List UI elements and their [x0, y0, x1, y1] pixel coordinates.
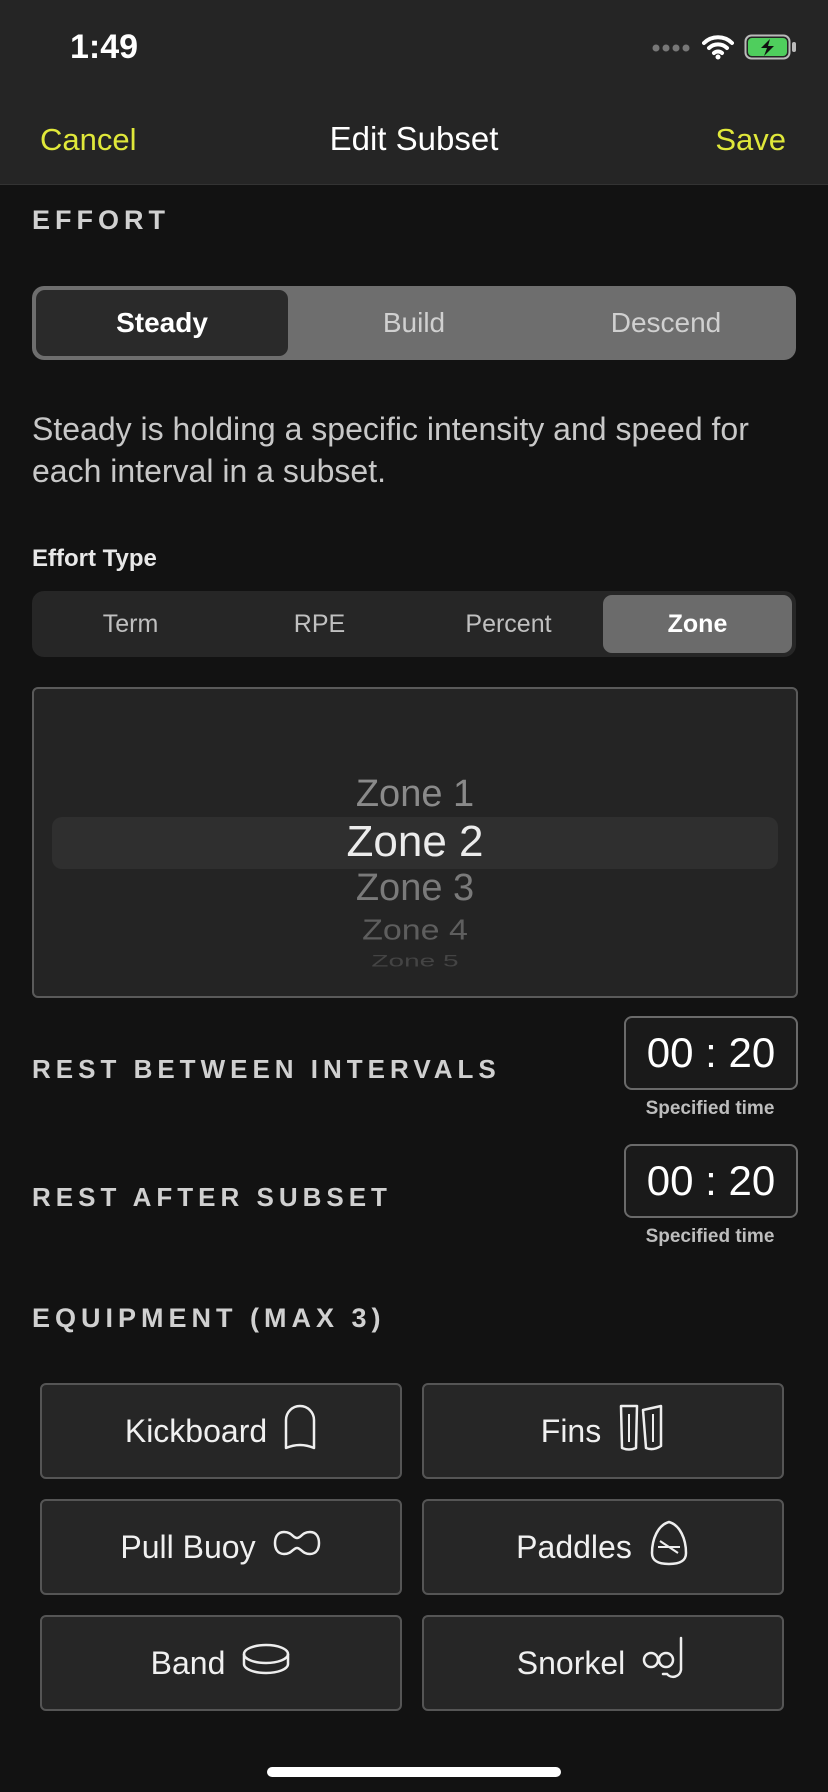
- equipment-paddles-button[interactable]: Paddles: [422, 1499, 784, 1595]
- zone-picker[interactable]: Zone 1 Zone 2 Zone 3 Zone 4 Zone 5: [32, 687, 798, 998]
- equipment-section-title: EQUIPMENT (MAX 3): [32, 1303, 386, 1333]
- equipment-label: Band: [150, 1644, 226, 1681]
- save-button[interactable]: Save: [715, 122, 786, 158]
- effort-segmented-control: Steady Build Descend: [32, 286, 796, 360]
- equipment-kickboard-button[interactable]: Kickboard: [40, 1383, 402, 1479]
- home-indicator[interactable]: [267, 1767, 561, 1777]
- equipment-label: Pull Buoy: [120, 1528, 256, 1565]
- equipment-label: Kickboard: [124, 1412, 268, 1449]
- wifi-icon: [702, 34, 734, 65]
- equipment-label: Paddles: [516, 1528, 632, 1565]
- rest-between-caption: Specified time: [645, 1098, 775, 1119]
- equipment-snorkel-button[interactable]: Snorkel: [422, 1615, 784, 1711]
- band-icon: [241, 1642, 291, 1684]
- fins-icon: [617, 1402, 665, 1460]
- equipment-fins-button[interactable]: Fins: [422, 1383, 784, 1479]
- picker-item[interactable]: Zone 1: [34, 773, 796, 816]
- equipment-band-button[interactable]: Band: [40, 1615, 402, 1711]
- battery-charging-icon: [744, 34, 798, 65]
- equipment-label: Snorkel: [516, 1644, 626, 1681]
- effort-option-descend[interactable]: Descend: [540, 290, 792, 356]
- nav-bar: Cancel Edit Subset Save: [0, 100, 828, 185]
- effort-description: Steady is holding a specific intensity a…: [32, 411, 749, 489]
- status-icons: [652, 34, 798, 65]
- kickboard-icon: [283, 1403, 317, 1459]
- effort-type-term[interactable]: Term: [36, 595, 225, 653]
- effort-type-zone[interactable]: Zone: [603, 595, 792, 653]
- rest-between-time-input[interactable]: 00 : 20: [624, 1016, 798, 1090]
- effort-option-build[interactable]: Build: [288, 290, 540, 356]
- effort-option-steady[interactable]: Steady: [36, 290, 288, 356]
- status-time: 1:49: [70, 28, 139, 66]
- paddles-icon: [648, 1519, 690, 1575]
- effort-type-percent[interactable]: Percent: [414, 595, 603, 653]
- rest-between-label: REST BETWEEN INTERVALS: [32, 1054, 501, 1084]
- snorkel-icon: [641, 1634, 689, 1692]
- status-bar: 1:49: [0, 0, 828, 100]
- rest-after-time-input[interactable]: 00 : 20: [624, 1144, 798, 1218]
- picker-item[interactable]: Zone 4: [34, 914, 796, 947]
- picker-item[interactable]: Zone 5: [34, 951, 796, 970]
- page-title: Edit Subset: [329, 120, 499, 157]
- effort-section-title: EFFORT: [32, 205, 170, 235]
- pull-buoy-icon: [272, 1528, 322, 1566]
- equipment-pull-buoy-button[interactable]: Pull Buoy: [40, 1499, 402, 1595]
- picker-item[interactable]: Zone 3: [34, 867, 796, 910]
- rest-after-caption: Specified time: [645, 1226, 775, 1247]
- picker-item-selected[interactable]: Zone 2: [34, 817, 796, 867]
- rest-after-label: REST AFTER SUBSET: [32, 1182, 392, 1212]
- effort-type-rpe[interactable]: RPE: [225, 595, 414, 653]
- equipment-label: Fins: [540, 1412, 602, 1449]
- signal-icon: [652, 41, 692, 59]
- effort-type-label: Effort Type: [32, 545, 157, 572]
- effort-type-segmented-control: Term RPE Percent Zone: [32, 591, 796, 657]
